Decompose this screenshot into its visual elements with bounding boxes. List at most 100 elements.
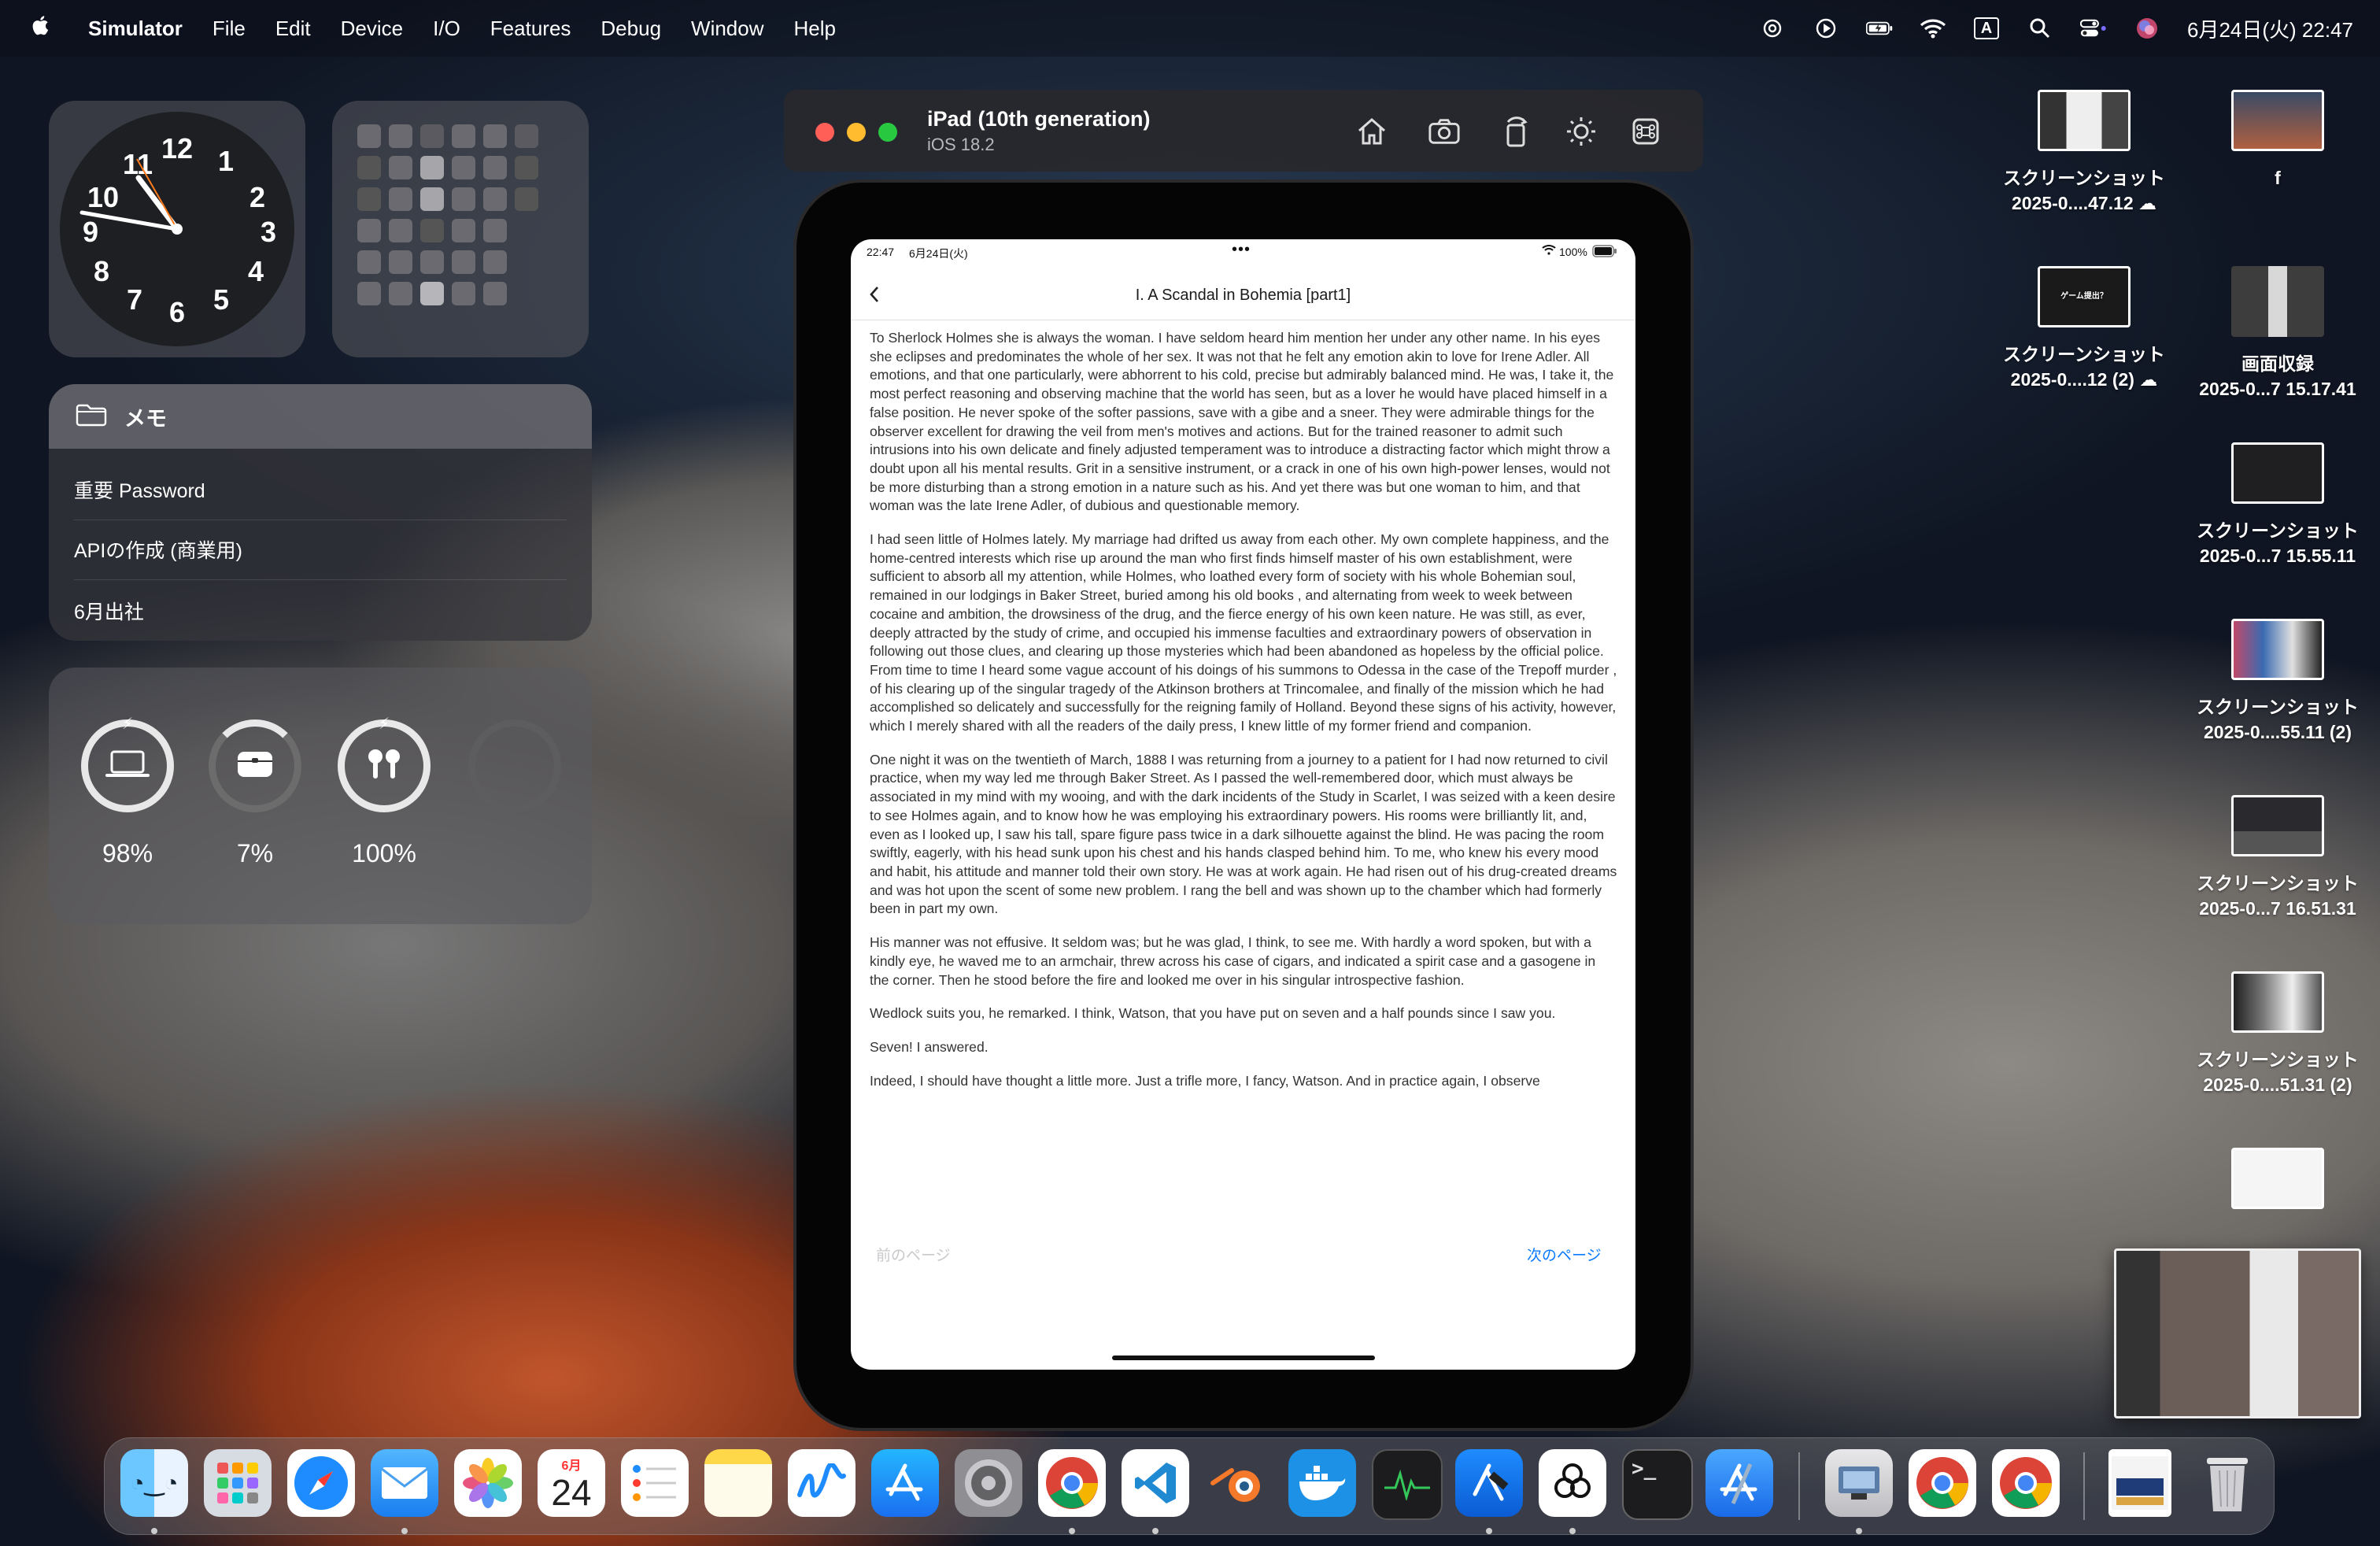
desktop-file-name-2: 2025-0...7 16.51.31 [2199,898,2356,919]
desktop-file-icon[interactable]: f [2183,90,2372,190]
desktop-file-icon[interactable]: スクリーンショット 2025-0....55.11 (2) [2183,619,2372,745]
control-center-icon[interactable] [2080,17,2107,40]
launchpad-icon[interactable] [204,1449,272,1517]
battery-item: 7% [205,719,305,868]
back-chevron-icon[interactable] [868,285,881,309]
menu-device[interactable]: Device [341,17,403,41]
paragraph: To Sherlock Holmes she is always the wom… [870,330,1614,514]
desktop-file-icon[interactable]: スクリーンショット 2025-0...7 16.51.31 [2183,795,2372,921]
apple-menu-icon[interactable] [30,13,52,44]
rotate-device-icon[interactable] [1500,115,1533,148]
status-date: 6月24日(火) [909,247,968,260]
desktop-file-icon[interactable] [2183,1148,2372,1223]
menu-clock[interactable]: 6月24日(火) 22:47 [2187,14,2353,43]
next-page-button[interactable]: 次のページ [1527,1244,1602,1265]
downloads-stack-icon[interactable] [2108,1449,2171,1517]
desktop-file-icon[interactable]: スクリーンショット 2025-0....47.12 ☁ [1990,90,2179,216]
wifi-status-icon[interactable] [1920,17,1946,40]
calendar-grid-widget[interactable] [332,101,589,357]
reminders-icon[interactable] [621,1449,689,1517]
battery-ring-empty [468,719,561,812]
ipad-status-bar: 22:47 6月24日(火) ••• 100% [851,239,1635,271]
spotlight-search-icon[interactable] [2027,17,2053,40]
clock-widget[interactable]: 12 1 2 3 4 5 6 7 8 9 10 11 [49,101,305,357]
desktop-file-icon[interactable]: スクリーンショット 2025-0....51.31 (2) [2183,971,2372,1097]
menu-io[interactable]: I/O [433,17,460,41]
battery-status-icon[interactable] [1866,17,1893,40]
preview-icon[interactable] [1825,1449,1893,1517]
paragraph: Indeed, I should have thought a little m… [870,1072,1540,1089]
menu-bar: Simulator File Edit Device I/O Features … [0,0,2380,57]
input-source-icon[interactable]: A [1973,17,2000,40]
screenshot-preview-thumbnail[interactable] [2114,1248,2361,1418]
paragraph: Wedlock suits you, he remarked. I think,… [870,1005,1556,1022]
chrome-3-icon[interactable] [1992,1449,2060,1517]
zoom-window-button[interactable] [878,123,897,142]
menu-app-simulator[interactable]: Simulator [88,17,183,41]
screenshot-thumbnail [2231,971,2324,1033]
note-item[interactable]: 重要 Password [74,460,567,520]
simulator-title-block: iPad (10th generation) iOS 18.2 [927,107,1151,155]
chatgpt-icon[interactable] [1539,1449,1606,1517]
running-indicator [1486,1528,1492,1534]
menu-file[interactable]: File [213,17,246,41]
multitasking-dots-icon[interactable]: ••• [1232,241,1251,259]
photos-icon[interactable] [454,1449,522,1517]
note-item[interactable]: 6月出社 [74,581,567,641]
command-key-icon[interactable] [1629,115,1662,148]
calendar-month: 6月 [561,1459,582,1473]
note-item[interactable]: APIの作成 (商業用) [74,520,567,580]
menu-help[interactable]: Help [794,17,836,41]
siri-icon[interactable] [2134,17,2160,40]
menu-edit[interactable]: Edit [275,17,311,41]
ipad-screen[interactable]: 22:47 6月24日(火) ••• 100% I. A Scandal in … [851,239,1635,1370]
screenshot-thumbnail [2231,619,2324,680]
vscode-icon[interactable] [1122,1449,1189,1517]
desktop-file-icon[interactable]: スクリーンショット 2025-0...7 15.55.11 [2183,442,2372,568]
mail-icon[interactable] [371,1449,438,1517]
desktop-file-icon[interactable]: ゲーム提出？ スクリーンショット 2025-0....12 (2) ☁ [1990,266,2179,392]
trash-icon[interactable] [2193,1449,2261,1517]
calendar-icon[interactable]: 6月 24 [538,1449,605,1517]
activity-monitor-icon[interactable] [1372,1449,1443,1520]
menu-window[interactable]: Window [691,17,763,41]
docker-icon[interactable] [1288,1449,1356,1517]
xcode-instruments-icon[interactable] [1455,1449,1523,1517]
chrome-icon[interactable] [1038,1449,1106,1517]
finder-icon[interactable]: ◔‿◔ [120,1449,188,1517]
simulator-os-version: iOS 18.2 [927,135,995,154]
batteries-widget[interactable]: ⚡ 98% 7% ⚡ 100% [49,668,592,924]
app-store-icon[interactable] [871,1449,939,1517]
chatgpt-status-icon[interactable] [1759,17,1786,40]
battery-item: ⚡ 98% [77,716,178,868]
notes-widget[interactable]: メモ 重要 Password APIの作成 (商業用) 6月出社 [49,384,592,641]
safari-icon[interactable] [287,1449,355,1517]
battery-value: 98% [102,839,153,867]
screenshot-thumbnail: ゲーム提出？ [2038,266,2131,327]
chrome-2-icon[interactable] [1909,1449,1976,1517]
screenshot-camera-icon[interactable] [1428,115,1461,148]
desktop-file-icon[interactable]: 画面収録 2025-0...7 15.17.41 [2183,266,2372,401]
home-indicator[interactable] [1112,1356,1375,1360]
home-icon[interactable] [1355,115,1388,148]
desktop-file-name: 画面収録 [2241,353,2314,374]
play-status-icon[interactable] [1813,17,1839,40]
minimize-window-button[interactable] [847,123,866,142]
system-settings-icon[interactable] [955,1449,1022,1517]
prev-page-button[interactable]: 前のページ [876,1244,951,1265]
desktop-file-name-2: 2025-0....12 (2) ☁ [2010,369,2158,390]
appearance-brightness-icon[interactable] [1565,115,1598,148]
blender-icon[interactable] [1205,1449,1273,1517]
menu-features[interactable]: Features [490,17,571,41]
running-indicator [1152,1528,1159,1534]
desktop-file-name: スクリーンショット [2197,873,2359,893]
terminal-icon[interactable]: >_ [1622,1449,1693,1520]
notes-app-icon[interactable] [704,1449,772,1517]
laptop-icon [105,749,150,784]
menu-extras: A 6月24日(火) 22:47 [1759,0,2353,57]
xcode-icon[interactable] [1706,1449,1773,1517]
clock-hands [79,158,183,235]
close-window-button[interactable] [815,123,834,142]
freeform-icon[interactable] [788,1449,856,1517]
menu-debug[interactable]: Debug [601,17,661,41]
